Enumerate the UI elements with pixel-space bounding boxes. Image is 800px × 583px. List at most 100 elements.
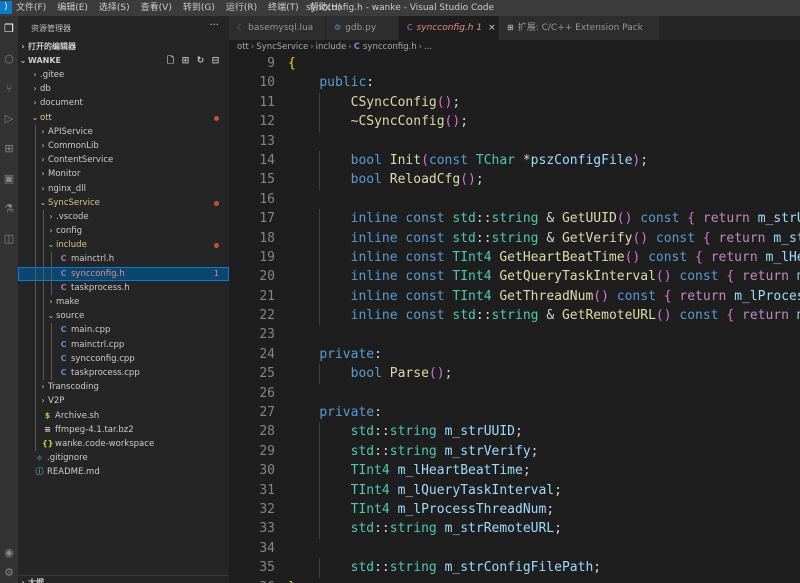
account-icon[interactable]: ◉ [2, 546, 16, 560]
chevron-right-icon: › [41, 396, 45, 406]
tree-folder[interactable]: › V2P [18, 394, 229, 409]
breadcrumb-item[interactable]: syncconfig.h [363, 42, 417, 52]
editor-tab[interactable]: ☾ basemysql.lua [229, 16, 326, 40]
new-file-icon[interactable]: 🗋 [163, 54, 178, 68]
editor-tab[interactable]: ⊞ 扩展: C/C++ Extension Pack [499, 16, 660, 40]
testing-icon[interactable]: ⚗ [2, 202, 16, 216]
tree-file[interactable]: Csyncconfig.h 1 [18, 266, 229, 281]
code-token: string [491, 211, 539, 227]
workspace-label: WANKE [28, 56, 62, 65]
code-token: ; [546, 501, 555, 517]
new-folder-icon[interactable]: ⊞ [178, 54, 193, 68]
tree-folder[interactable]: ⌄ ott [18, 111, 229, 125]
tree-file[interactable]: Cmain.cpp [18, 323, 229, 338]
menu-item[interactable]: 编辑(E) [57, 0, 88, 16]
tree-file[interactable]: Cmainctrl.cpp [18, 337, 229, 352]
vscode-logo-icon[interactable]: ⟩ [0, 1, 12, 14]
extensions-icon[interactable]: ⊞ [2, 142, 16, 156]
menu-item[interactable]: 文件(F) [16, 0, 46, 16]
collapse-all-icon[interactable]: ⊟ [208, 54, 223, 68]
tree-folder[interactable]: › Monitor [18, 167, 229, 182]
editor-tab[interactable]: Csyncconfig.h 1 × [399, 16, 499, 40]
tree-file[interactable]: Ctaskprocess.h [18, 280, 229, 295]
menu-item[interactable]: 终端(T) [268, 0, 299, 16]
chevron-right-icon: › [41, 382, 45, 392]
code-token: const [616, 288, 656, 304]
tree-folder[interactable]: ⌄ SyncService [18, 195, 229, 210]
breadcrumb-item[interactable]: include [316, 42, 347, 52]
tree-file[interactable]: ≡ ffmpeg-4.1.tar.bz2 [18, 422, 229, 437]
menu-item[interactable]: 选择(S) [99, 0, 130, 16]
tree-folder[interactable]: › config [18, 224, 229, 239]
tree-folder[interactable]: › Transcoding [18, 380, 229, 395]
tree-item-label: V2P [48, 396, 65, 407]
code-token: return [679, 288, 727, 304]
tab-label: syncconfig.h 1 [416, 23, 483, 33]
code-token: { [695, 249, 703, 265]
tree-file[interactable]: Csyncconfig.cpp [18, 351, 229, 366]
breadcrumb-item[interactable]: ott [237, 42, 249, 52]
open-editors-section[interactable]: › 打开的编辑器 [18, 40, 229, 54]
run-debug-icon[interactable]: ▷ [2, 112, 16, 126]
docker-icon[interactable]: ◫ [2, 232, 16, 246]
tree-file[interactable]: Ctaskprocess.cpp [18, 365, 229, 381]
tree-folder[interactable]: › .vscode [18, 209, 229, 225]
tree-folder[interactable]: › APIService [18, 124, 229, 139]
menu-item[interactable]: 帮助(H) [310, 0, 342, 16]
outline-section[interactable]: › 大纲 [18, 575, 229, 583]
chevron-right-icon: › [310, 42, 314, 52]
line-number: 20 [259, 269, 275, 285]
menu-item[interactable]: 转到(G) [183, 0, 215, 16]
tree-file[interactable]: Cmainctrl.h [18, 252, 229, 267]
more-actions-icon[interactable]: ··· [209, 20, 219, 31]
indent-guide [319, 150, 321, 171]
code-token: m_strConfigFilePath [444, 560, 594, 576]
breadcrumb-item[interactable]: SyncService [256, 42, 308, 52]
source-control-icon[interactable]: ⑂ [2, 82, 16, 96]
tree-file[interactable]: ⓘ README.md [18, 465, 229, 479]
code-token: GetVerify [561, 230, 633, 246]
manage-gear-icon[interactable]: ⚙ [2, 566, 16, 580]
remote-explorer-icon[interactable]: ▣ [2, 172, 16, 186]
workspace-section[interactable]: ⌄ WANKE 🗋 ⊞ ↻ ⊟ [18, 54, 229, 68]
code-editor[interactable]: 9 10 11 12 13 14 15 16 17 18 19 20 21 22 23 24 25 26 27 28 2… [229, 54, 800, 583]
breadcrumb-item[interactable]: ... [424, 42, 432, 52]
refresh-icon[interactable]: ↻ [193, 54, 208, 68]
explorer-icon[interactable]: ❐ [2, 22, 16, 36]
tree-file[interactable]: $ Archive.sh [18, 408, 229, 423]
tree-folder[interactable]: › db [18, 82, 229, 96]
tree-file[interactable]: ◆ .gitignore [18, 451, 229, 465]
code-token: return [718, 230, 766, 246]
close-icon[interactable]: × [488, 23, 496, 33]
code-area[interactable]: { public: CSyncConfig(); ~CSyncConfig();… [288, 54, 800, 583]
code-token: GetRemoteURL [561, 308, 656, 324]
code-token: const [405, 230, 445, 246]
menu-item[interactable]: 运行(R) [226, 0, 257, 16]
indent-guide [35, 351, 36, 366]
tree-folder[interactable]: ⌄ include [18, 238, 229, 253]
tab-label: 扩展: C/C++ Extension Pack [517, 23, 643, 33]
code-token: m_lHeartBeatTime [397, 463, 523, 479]
tree-folder[interactable]: › ContentService [18, 153, 229, 168]
line-number: 34 [259, 540, 275, 556]
line-number: 19 [259, 249, 275, 265]
indent-guide [43, 323, 44, 338]
code-token: const [679, 269, 719, 285]
tree-folder[interactable]: ⌄ source [18, 309, 229, 324]
menu-item[interactable]: 查看(V) [141, 0, 172, 16]
search-icon[interactable]: ○ [2, 52, 16, 66]
code-token: ; [593, 560, 602, 576]
tree-file[interactable]: {} wanke.code-workspace [18, 436, 229, 452]
indent-guide [35, 436, 36, 452]
code-token: const [648, 249, 688, 265]
tree-folder[interactable]: › document [18, 96, 229, 110]
tree-folder[interactable]: › nginx_dll [18, 181, 229, 196]
tree-folder[interactable]: › CommonLib [18, 138, 229, 154]
code-token: Init [389, 152, 422, 168]
editor-tab[interactable]: ⚙ gdb.py [326, 16, 399, 40]
shell-file-icon: $ [44, 410, 51, 420]
code-line: inline const std::string & GetVerify() c… [288, 228, 800, 248]
tree-folder[interactable]: › .gitee [18, 68, 229, 82]
tree-folder[interactable]: › make [18, 295, 229, 310]
